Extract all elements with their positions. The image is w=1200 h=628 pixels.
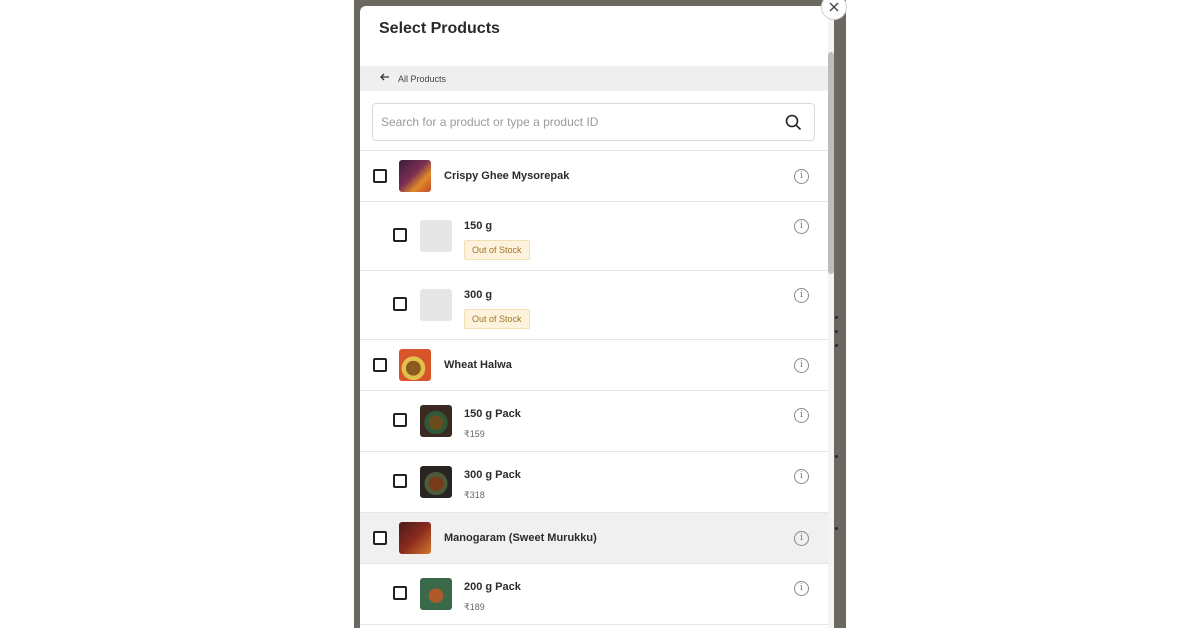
variant-checkbox[interactable] [393, 586, 407, 600]
product-name: Crispy Ghee Mysorepak [444, 170, 570, 182]
backdrop-dot [835, 344, 838, 347]
variant-checkbox[interactable] [393, 413, 407, 427]
variant-checkbox[interactable] [393, 474, 407, 488]
product-checkbox[interactable] [373, 358, 387, 372]
variant-name: 300 g Pack [464, 469, 521, 481]
product-name: Manogaram (Sweet Murukku) [444, 532, 597, 544]
product-row[interactable]: Wheat Halwa i [360, 340, 828, 391]
product-row[interactable]: Crispy Ghee Mysorepak i [360, 151, 828, 202]
variant-thumbnail-placeholder [420, 289, 452, 321]
arrow-left-icon[interactable] [380, 72, 390, 85]
breadcrumb-label[interactable]: All Products [398, 74, 446, 84]
variant-thumbnail [420, 466, 452, 498]
variant-checkbox[interactable] [393, 228, 407, 242]
product-thumbnail [399, 160, 431, 192]
product-thumbnail [399, 522, 431, 554]
variant-thumbnail-placeholder [420, 220, 452, 252]
info-icon[interactable]: i [794, 288, 809, 303]
variant-price: ₹189 [464, 602, 485, 612]
info-icon[interactable]: i [794, 531, 809, 546]
variant-row[interactable]: 200 g Pack ₹189 i [360, 564, 828, 625]
info-icon[interactable]: i [794, 358, 809, 373]
info-icon[interactable]: i [794, 581, 809, 596]
search-icon[interactable] [785, 114, 802, 136]
backdrop-dot [835, 330, 838, 333]
backdrop-dot [835, 527, 838, 530]
product-name: Wheat Halwa [444, 359, 512, 371]
variant-name: 300 g [464, 289, 493, 301]
product-thumbnail [399, 349, 431, 381]
variant-thumbnail [420, 405, 452, 437]
out-of-stock-badge: Out of Stock [464, 240, 530, 260]
modal-title: Select Products [379, 20, 500, 37]
variant-name: 150 g [464, 220, 493, 232]
product-row[interactable]: Manogaram (Sweet Murukku) i [360, 513, 828, 564]
variant-row[interactable]: 150 g Out of Stock i [360, 202, 828, 271]
product-checkbox[interactable] [373, 169, 387, 183]
close-icon [829, 2, 839, 12]
variant-price: ₹159 [464, 429, 485, 439]
out-of-stock-badge: Out of Stock [464, 309, 530, 329]
search-input[interactable] [381, 115, 771, 129]
variant-row[interactable]: 300 g Out of Stock i [360, 271, 828, 340]
select-products-modal: Select Products All Products Crispy Ghee… [360, 6, 828, 628]
product-list: Crispy Ghee Mysorepak i 150 g Out of Sto… [360, 150, 828, 625]
backdrop-dot [835, 316, 838, 319]
variant-name: 150 g Pack [464, 408, 521, 420]
info-icon[interactable]: i [794, 408, 809, 423]
breadcrumb[interactable]: All Products [360, 66, 828, 91]
info-icon[interactable]: i [794, 469, 809, 484]
info-icon[interactable]: i [794, 219, 809, 234]
variant-price: ₹318 [464, 490, 485, 500]
variant-checkbox[interactable] [393, 297, 407, 311]
search-box[interactable] [372, 103, 815, 141]
variant-row[interactable]: 150 g Pack ₹159 i [360, 391, 828, 452]
scrollbar-thumb[interactable] [828, 52, 834, 274]
variant-row[interactable]: 300 g Pack ₹318 i [360, 452, 828, 513]
backdrop-dot [835, 455, 838, 458]
variant-thumbnail [420, 578, 452, 610]
info-icon[interactable]: i [794, 169, 809, 184]
product-checkbox[interactable] [373, 531, 387, 545]
variant-name: 200 g Pack [464, 581, 521, 593]
